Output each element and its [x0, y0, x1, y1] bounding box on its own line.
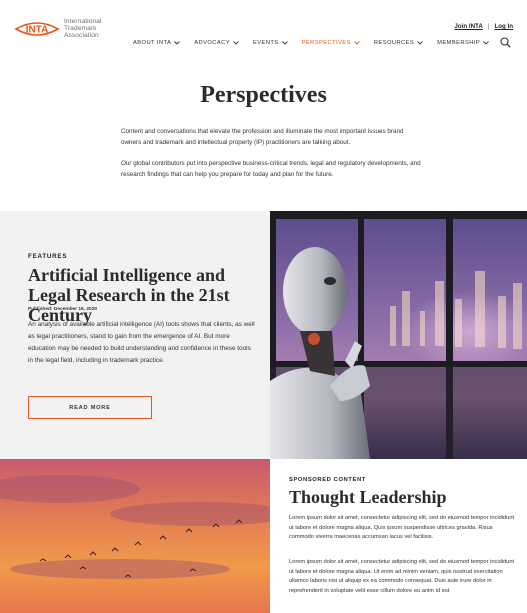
sponsored-title[interactable]: Thought Leadership — [289, 487, 447, 508]
link-separator: | — [487, 23, 490, 30]
nav-item-perspectives[interactable]: PERSPECTIVES — [302, 40, 360, 46]
nav-label: EVENTS — [252, 40, 279, 46]
chevron-down-icon — [281, 41, 288, 45]
intro-paragraph: Content and conversations that elevate t… — [121, 128, 404, 146]
chevron-down-icon — [483, 41, 489, 45]
logo-line: Association — [64, 31, 99, 39]
feature-title[interactable]: Artificial Intelligence and Legal Resear… — [28, 265, 268, 325]
feature-eyebrow: FEATURES — [28, 253, 68, 260]
birds-sunset-image[interactable] — [0, 459, 270, 613]
inta-logo-mark: INTA — [14, 19, 60, 39]
robot-image[interactable] — [270, 211, 527, 459]
nav-label: MEMBERSHIP — [437, 40, 481, 46]
nav-item-about[interactable]: ABOUT INTA — [133, 40, 181, 46]
chevron-down-icon — [233, 41, 239, 45]
published-date: Published: December 16, 2020 — [28, 307, 98, 312]
nav-item-membership[interactable]: MEMBERSHIP — [437, 40, 489, 46]
intro-paragraph: Our global contributors put into perspec… — [121, 160, 421, 178]
nav-item-advocacy[interactable]: ADVOCACY — [194, 40, 239, 46]
sponsored-eyebrow: SPONSORED CONTENT — [289, 477, 366, 483]
nav-label: PERSPECTIVES — [301, 40, 351, 46]
nav-item-events[interactable]: EVENTS — [253, 40, 288, 46]
logo-abbr: INTA — [26, 25, 49, 36]
main-nav: ABOUT INTA ADVOCACY EVENTS PERSPECTIVES … — [133, 40, 503, 46]
site-header: INTA International Trademark Association… — [0, 0, 527, 62]
page-title: Perspectives — [200, 82, 327, 108]
utility-links: Join INTA | Log In — [454, 23, 513, 30]
feature-description: An analysis of available artificial inte… — [28, 321, 255, 364]
chevron-down-icon — [417, 41, 423, 45]
nav-label: ABOUT INTA — [133, 40, 172, 46]
sponsored-paragraph: Lorem ipsum dolor sit amet, consectetur … — [289, 515, 515, 541]
chevron-down-icon — [174, 41, 181, 45]
inta-logo[interactable]: INTA International Trademark Association — [14, 18, 102, 39]
nav-item-resources[interactable]: RESOURCES — [374, 40, 423, 46]
read-more-button[interactable]: READ MORE — [28, 396, 152, 419]
search-icon[interactable] — [500, 37, 511, 48]
nav-label: RESOURCES — [373, 40, 415, 46]
logo-wordmark: International Trademark Association — [64, 18, 102, 39]
sponsored-paragraph: Lorem ipsum dolor sit amet, consectetur … — [289, 559, 515, 594]
nav-label: ADVOCACY — [194, 40, 230, 46]
join-inta-link[interactable]: Join INTA — [454, 23, 482, 30]
chevron-down-icon — [354, 41, 360, 45]
login-link[interactable]: Log In — [494, 23, 513, 30]
